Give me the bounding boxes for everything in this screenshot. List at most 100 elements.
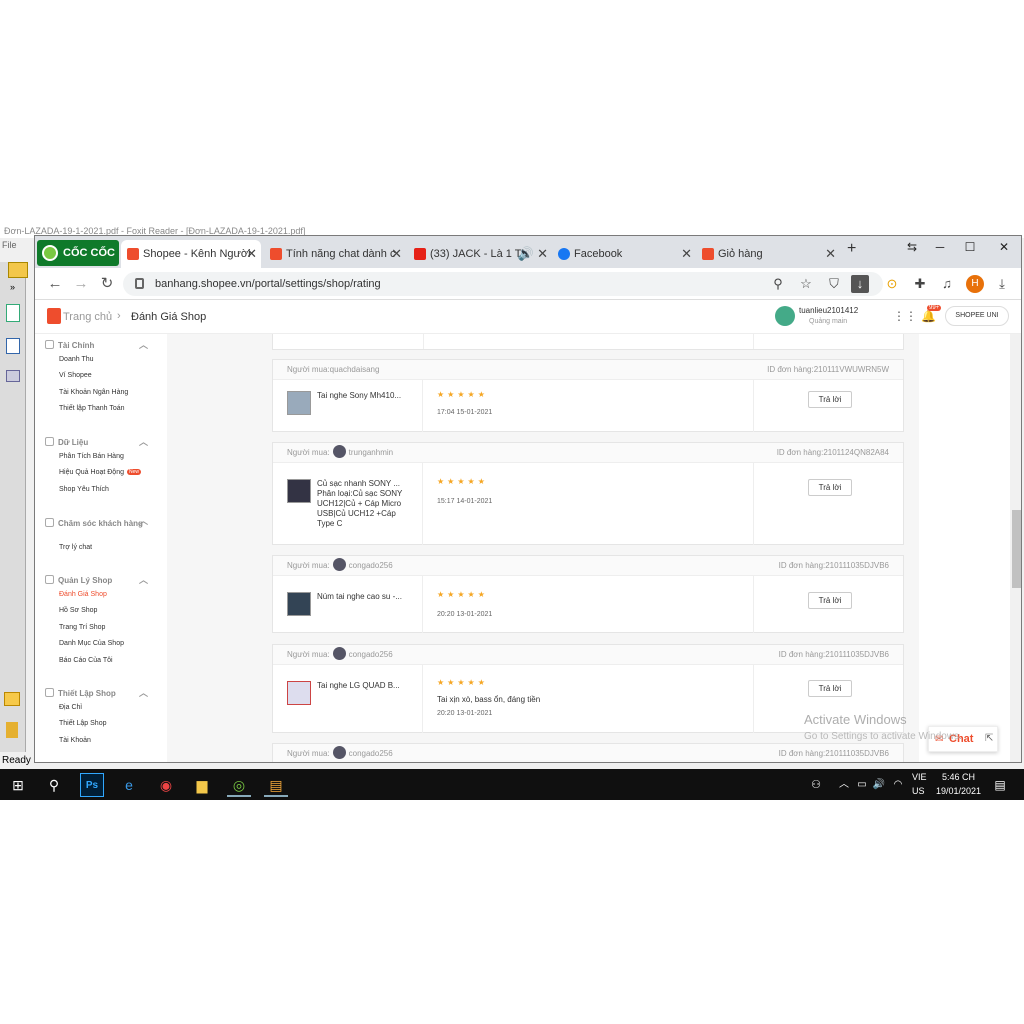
zoom-icon[interactable]: ⚲ (769, 275, 787, 293)
product-thumbnail[interactable] (287, 681, 311, 705)
shopee-uni-button[interactable]: SHOPEE UNI (945, 306, 1009, 326)
right-panel: ✉ Chat ⇱ (919, 334, 1021, 762)
windows-start-icon[interactable]: ⊞ (6, 773, 30, 797)
reply-button[interactable]: Trả lời (808, 391, 852, 408)
breadcrumb-home[interactable]: Trang chủ (63, 311, 112, 323)
product-name[interactable]: Tai nghe LG QUAD B... (317, 681, 411, 691)
minimize-button[interactable]: ─ (925, 236, 955, 258)
tab-youtube[interactable]: (33) JACK - Là 1 Th 🔊 ✕ (408, 240, 552, 268)
product-name[interactable]: Tai nghe Sony Mh410... (317, 391, 411, 401)
close-window-button[interactable]: ✕ (989, 236, 1019, 258)
close-icon[interactable]: ✕ (825, 240, 836, 268)
wifi-icon[interactable]: ◠ (886, 773, 910, 797)
foxit-file-menu[interactable]: File (2, 240, 17, 250)
close-icon[interactable]: ✕ (246, 240, 257, 268)
clock-time[interactable]: 5:46 CH (942, 772, 975, 782)
review-header: Người mua: congado256 ID đơn hàng:21011103… (273, 744, 903, 762)
sidebar-item-shopee-wallet[interactable]: Ví Shopee (59, 372, 92, 379)
sidebar-item-bank-account[interactable]: Tài Khoản Ngân Hàng (59, 389, 128, 396)
product-name[interactable]: Củ sạc nhanh SONY ... Phân loại:Củ sạc S… (317, 479, 411, 529)
edge-icon[interactable]: e (117, 773, 141, 797)
download-manager-icon[interactable]: ↓ (851, 275, 869, 293)
sidebar-item-sales-analytics[interactable]: Phân Tích Bán Hàng (59, 453, 124, 460)
back-button[interactable]: ← (45, 274, 65, 294)
reply-button[interactable]: Trả lời (808, 680, 852, 697)
sidebar-item-shop-setup[interactable]: Thiết Lập Shop (59, 720, 106, 727)
sidebar-item-favorite-shops[interactable]: Shop Yêu Thích (59, 486, 109, 493)
coccoc-logo[interactable]: CỐC CỐC (37, 240, 119, 266)
file-explorer-icon[interactable]: ▆ (190, 773, 214, 797)
reply-button[interactable]: Trả lời (808, 479, 852, 496)
close-icon[interactable]: ✕ (681, 240, 692, 268)
sidebar-item-shop-rating[interactable]: Đánh Giá Shop (59, 591, 107, 598)
paperclip-icon[interactable] (6, 722, 18, 738)
expand-icon: ⇱ (985, 733, 994, 744)
review-time: 15:17 14-01-2021 (437, 498, 493, 505)
sidebar-item-performance[interactable]: Hiệu Quả Hoạt Động New (59, 469, 141, 476)
sidebar-section-finance[interactable]: Tài Chính ︿ (45, 340, 148, 350)
reply-button[interactable]: Trả lời (808, 592, 852, 609)
attachment-folder-icon[interactable] (4, 692, 20, 706)
reload-button[interactable]: ↻ (97, 274, 117, 294)
sidebar-item-shop-decoration[interactable]: Trang Trí Shop (59, 624, 105, 631)
forward-button[interactable]: → (71, 274, 91, 294)
foxit-taskbar-icon[interactable]: ▤ (264, 773, 288, 797)
username[interactable]: tuanlieu2101412 (799, 306, 858, 315)
clock-date[interactable]: 19/01/2021 (936, 786, 981, 796)
sidebar-item-revenue[interactable]: Doanh Thu (59, 356, 94, 363)
review-header: Người mua:quachdaisang ID đơn hàng:210111… (273, 360, 903, 380)
close-icon[interactable]: ✕ (537, 240, 548, 268)
sidebar-item-shop-categories[interactable]: Danh Mục Của Shop (59, 640, 124, 647)
region-indicator[interactable]: US (912, 786, 925, 796)
sidebar-item-address[interactable]: Địa Chỉ (59, 704, 82, 711)
profile-avatar[interactable]: H (966, 275, 984, 293)
star-icon[interactable]: ☆ (797, 275, 815, 293)
shield-icon[interactable]: ⛉ (825, 275, 843, 293)
bookmark-icon[interactable] (6, 338, 20, 354)
pages-icon[interactable] (6, 304, 20, 322)
tab-facebook[interactable]: Facebook ✕ (552, 240, 696, 268)
audio-icon[interactable]: 🔊 (518, 240, 534, 268)
sidebar-section-customer-care[interactable]: Chăm sóc khách hàng ︿ (45, 516, 155, 529)
sidebar-section-shop-settings[interactable]: Thiết Lập Shop ︿ (45, 688, 148, 698)
product-thumbnail[interactable] (287, 592, 311, 616)
shopee-logo-icon[interactable] (47, 308, 61, 324)
coccoc-taskbar-icon[interactable]: ◎ (227, 773, 251, 797)
notification-center-icon[interactable]: ▤ (988, 773, 1012, 797)
product-thumbnail[interactable] (287, 479, 311, 503)
bell-icon[interactable]: 🔔 (921, 309, 936, 323)
scrollbar[interactable] (1010, 334, 1021, 762)
maximize-button[interactable]: ☐ (955, 236, 985, 258)
scrollbar-thumb[interactable] (1012, 510, 1021, 588)
section-title: Quản Lý Shop (58, 576, 113, 585)
sidebar-section-data[interactable]: Dữ Liệu ︿ (45, 437, 148, 447)
avatar[interactable] (775, 306, 795, 326)
app-icon[interactable]: ◉ (154, 773, 178, 797)
photoshop-icon[interactable]: Ps (80, 773, 104, 797)
close-icon[interactable]: ✕ (391, 240, 402, 268)
language-indicator[interactable]: VIE (912, 772, 927, 782)
sidebar-item-account[interactable]: Tài Khoản (59, 737, 91, 744)
alert-icon[interactable]: ⊙ (883, 275, 901, 293)
people-icon[interactable]: ⚇ (804, 773, 828, 797)
layers-icon[interactable] (6, 370, 20, 382)
expand-arrow-icon[interactable]: » (10, 282, 15, 292)
cast-icon[interactable]: ⇆ (897, 236, 927, 258)
tab-chat-feature[interactable]: Tính năng chat dành c ✕ (264, 240, 406, 268)
tab-cart[interactable]: Giỏ hàng ✕ (696, 240, 840, 268)
product-thumbnail[interactable] (287, 391, 311, 415)
new-tab-button[interactable]: + (847, 240, 856, 258)
product-name[interactable]: Núm tai nghe cao su -... (317, 592, 411, 602)
sidebar-item-chat-assistant[interactable]: Trợ lý chat (59, 544, 92, 551)
apps-grid-icon[interactable]: ⋮⋮ (893, 309, 917, 323)
download-icon[interactable]: ⤓ (993, 275, 1011, 293)
sidebar-item-my-reports[interactable]: Báo Cáo Của Tôi (59, 657, 113, 664)
sidebar-item-payment-settings[interactable]: Thiết lập Thanh Toán (59, 405, 125, 412)
media-icon[interactable]: ♫ (938, 275, 956, 293)
extensions-icon[interactable]: ✚ (911, 275, 929, 293)
sidebar-section-shop-management[interactable]: Quản Lý Shop ︿ (45, 575, 148, 585)
sidebar-item-shop-profile[interactable]: Hồ Sơ Shop (59, 607, 97, 614)
open-folder-icon[interactable] (8, 262, 28, 278)
tab-shopee-seller[interactable]: Shopee - Kênh Người ✕ (121, 240, 261, 268)
search-icon[interactable]: ⚲ (42, 773, 66, 797)
